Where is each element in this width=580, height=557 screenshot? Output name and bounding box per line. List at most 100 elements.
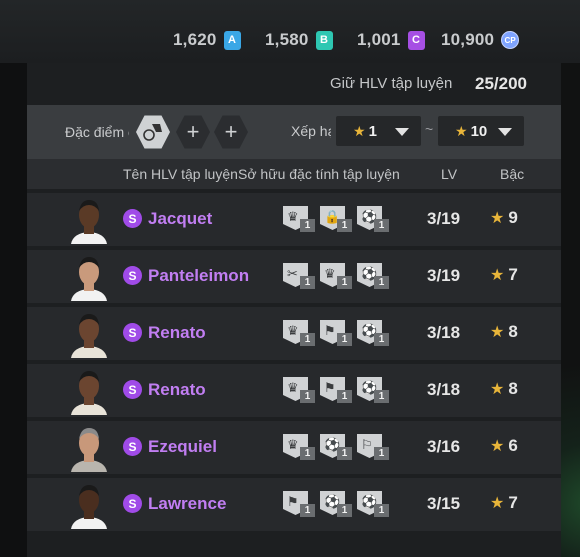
trophy-icon: ♛ [287,380,299,395]
coach-level: 3/18 [427,323,461,342]
trait-badge[interactable]: ⚽ 1 [357,320,391,348]
coach-name: Jacquet [148,209,213,228]
star-icon: ★ [455,122,468,139]
coach-name: Panteleimon [148,266,250,285]
coach-level: 3/18 [427,380,461,399]
trait-filter-label: Đặc điểm c [65,124,129,140]
coach-grade: ★ 7 [490,265,518,285]
col-name: Tên HLV tập luyện [123,166,238,182]
coach-avatar [69,195,109,244]
currency-bar: 1,620 A 1,580 B 1,001 C 10,900 CP [0,0,580,64]
tie-icon: ⚑ [287,494,299,509]
left-edge [0,63,27,557]
currency-a: 1,620 A [173,28,241,52]
star-icon: ★ [490,438,505,455]
col-traits: Sở hữu đặc tính tập luyện [238,166,400,182]
trait-badge[interactable]: ⚽ 1 [357,491,391,519]
trait-badge[interactable]: ⚽ 1 [320,491,354,519]
filter-bar: Đặc điểm c + + Xếp hạ ★ 1 ~ ★ 10 [27,105,561,159]
currency-c-icon: C [407,30,425,50]
trait-badge[interactable]: ⚽ 1 [357,377,391,405]
col-level: LV [441,166,458,182]
trait-list: ⚑ 1 ⚽ 1 ⚽ 1 [283,491,391,519]
currency-b-amount: 1,580 [265,30,309,49]
rarity-badge: S [123,266,142,285]
trait-badge[interactable]: ♛ 1 [283,377,317,405]
trait-filter-selected[interactable] [136,115,170,149]
currency-cp-amount: 10,900 [441,30,495,49]
trait-list: ♛ 1 ⚽ 1 ⚐ 1 [283,434,391,462]
table-row[interactable]: S Jacquet ♛ 1 🔒 1 ⚽ 1 3/19 ★ 9 [27,193,561,246]
coach-grade-value: 7 [508,265,518,284]
trait-badge[interactable]: ⚑ 1 [283,491,317,519]
coach-grade: ★ 8 [490,379,518,399]
grade-to-value: 10 [470,122,488,140]
star-icon: ★ [490,381,505,398]
currency-cp: 10,900 CP [441,28,520,52]
grade-to-dropdown[interactable]: ★ 10 [438,116,524,146]
coach-avatar [69,366,109,415]
trait-badge[interactable]: ⚑ 1 [320,320,354,348]
trophy-icon: ♛ [287,323,299,338]
trait-count: 1 [337,276,352,289]
coach-list-panel: Giữ HLV tập luyện 25/200 Đặc điểm c + + … [27,63,561,557]
add-trait-button-2[interactable]: + [214,115,248,149]
table-row[interactable]: S Ezequiel ♛ 1 ⚽ 1 ⚐ 1 3/16 ★ 6 [27,421,561,474]
coach-level: 3/15 [427,494,461,513]
trait-badge[interactable]: ⚽ 1 [357,263,391,291]
scissors-icon: ✂ [287,266,298,281]
grade-from-value: 1 [368,122,377,140]
star-icon: ★ [490,267,505,284]
coach-avatar [69,309,109,358]
coach-avatar [69,423,109,472]
coach-grade: ★ 6 [490,436,518,456]
currency-c-amount: 1,001 [357,30,401,49]
currency-c: 1,001 C [357,28,425,52]
coach-name: Lawrence [148,494,227,513]
coach-avatar [69,252,109,301]
trait-badge[interactable]: ♛ 1 [283,206,317,234]
trait-badge[interactable]: ⚑ 1 [320,377,354,405]
coach-grade: ★ 8 [490,322,518,342]
table-row[interactable]: S Renato ♛ 1 ⚑ 1 ⚽ 1 3/18 ★ 8 [27,364,561,417]
coach-level: 3/16 [427,437,461,456]
star-icon: ★ [490,324,505,341]
plus-icon: + [224,119,238,144]
trait-badge[interactable]: 🔒 1 [320,206,354,234]
table-row[interactable]: S Lawrence ⚑ 1 ⚽ 1 ⚽ 1 3/15 ★ 7 [27,478,561,531]
trait-count: 1 [300,276,315,289]
trait-badge[interactable]: ⚐ 1 [357,434,391,462]
add-trait-button-1[interactable]: + [176,115,210,149]
star-icon: ★ [490,495,505,512]
trait-count: 1 [300,447,315,460]
tie-icon: ⚑ [324,380,336,395]
grade-from-dropdown[interactable]: ★ 1 [336,116,421,146]
trait-list: ✂ 1 ♛ 1 ⚽ 1 [283,263,391,291]
coach-grade-value: 9 [508,208,518,227]
star-icon: ★ [353,122,366,139]
coach-capacity-label: Giữ HLV tập luyện [330,75,453,92]
coach-grade-value: 6 [508,436,518,455]
trait-count: 1 [374,504,389,517]
trait-badge[interactable]: ⚽ 1 [320,434,354,462]
trait-count: 1 [337,333,352,346]
range-separator: ~ [425,121,434,137]
currency-b-icon: B [315,30,333,50]
rarity-badge: S [123,437,142,456]
currency-a-icon: A [223,30,241,50]
player-icon: ⚐ [361,437,373,452]
coach-list: S Jacquet ♛ 1 🔒 1 ⚽ 1 3/19 ★ 9 S Pantele… [27,193,561,535]
trait-badge[interactable]: ⚽ 1 [357,206,391,234]
star-icon: ★ [490,210,505,227]
right-edge [561,63,580,557]
trait-count: 1 [337,390,352,403]
trait-count: 1 [374,390,389,403]
trait-badge[interactable]: ✂ 1 [283,263,317,291]
trait-badge[interactable]: ♛ 1 [283,434,317,462]
trait-badge[interactable]: ♛ 1 [320,263,354,291]
table-row[interactable]: S Panteleimon ✂ 1 ♛ 1 ⚽ 1 3/19 ★ 7 [27,250,561,303]
table-row[interactable]: S Renato ♛ 1 ⚑ 1 ⚽ 1 3/18 ★ 8 [27,307,561,360]
trait-count: 1 [300,504,315,517]
trait-badge[interactable]: ♛ 1 [283,320,317,348]
coach-avatar [69,480,109,529]
